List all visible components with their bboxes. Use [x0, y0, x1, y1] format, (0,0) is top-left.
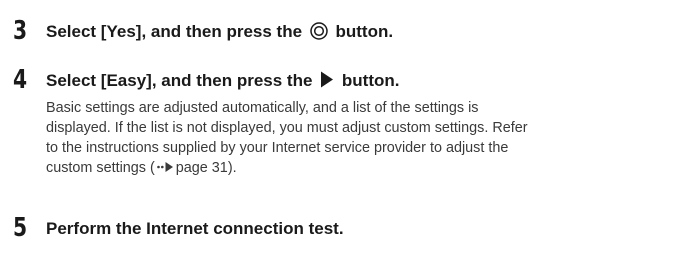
- step-number: 4: [13, 65, 28, 95]
- description-line: displayed. If the list is not displayed,…: [46, 120, 528, 136]
- description-text-end: ).: [227, 160, 237, 176]
- step-number: 3: [13, 16, 28, 46]
- step-description: Basic settings are adjusted automaticall…: [46, 98, 676, 178]
- instruction-page: { "steps": [ { "number": "3", "title_bef…: [0, 0, 683, 254]
- step-number: 5: [13, 213, 28, 243]
- right-arrow-icon: [321, 71, 334, 88]
- step-title: Select [Easy], and then press the button…: [46, 71, 399, 91]
- circle-button-icon: [310, 22, 328, 40]
- step-title-text-end: button.: [341, 71, 400, 90]
- step-title-text: Perform the Internet connection test.: [46, 219, 344, 238]
- description-line: Basic settings are adjusted automaticall…: [46, 100, 479, 116]
- step-title-text-end: button.: [335, 22, 394, 41]
- description-text: custom settings (: [46, 160, 155, 176]
- step-title: Perform the Internet connection test.: [46, 219, 344, 239]
- description-line: to the instructions supplied by your Int…: [46, 140, 509, 156]
- page-reference-link[interactable]: page 31: [176, 160, 228, 176]
- step-title-text: Select [Easy], and then press the: [46, 71, 313, 90]
- page-reference-icon: [156, 162, 173, 172]
- description-line: custom settings ( page 31).: [46, 158, 676, 178]
- step-title: Select [Yes], and then press the button.: [46, 22, 393, 42]
- step-title-text: Select [Yes], and then press the: [46, 22, 303, 41]
